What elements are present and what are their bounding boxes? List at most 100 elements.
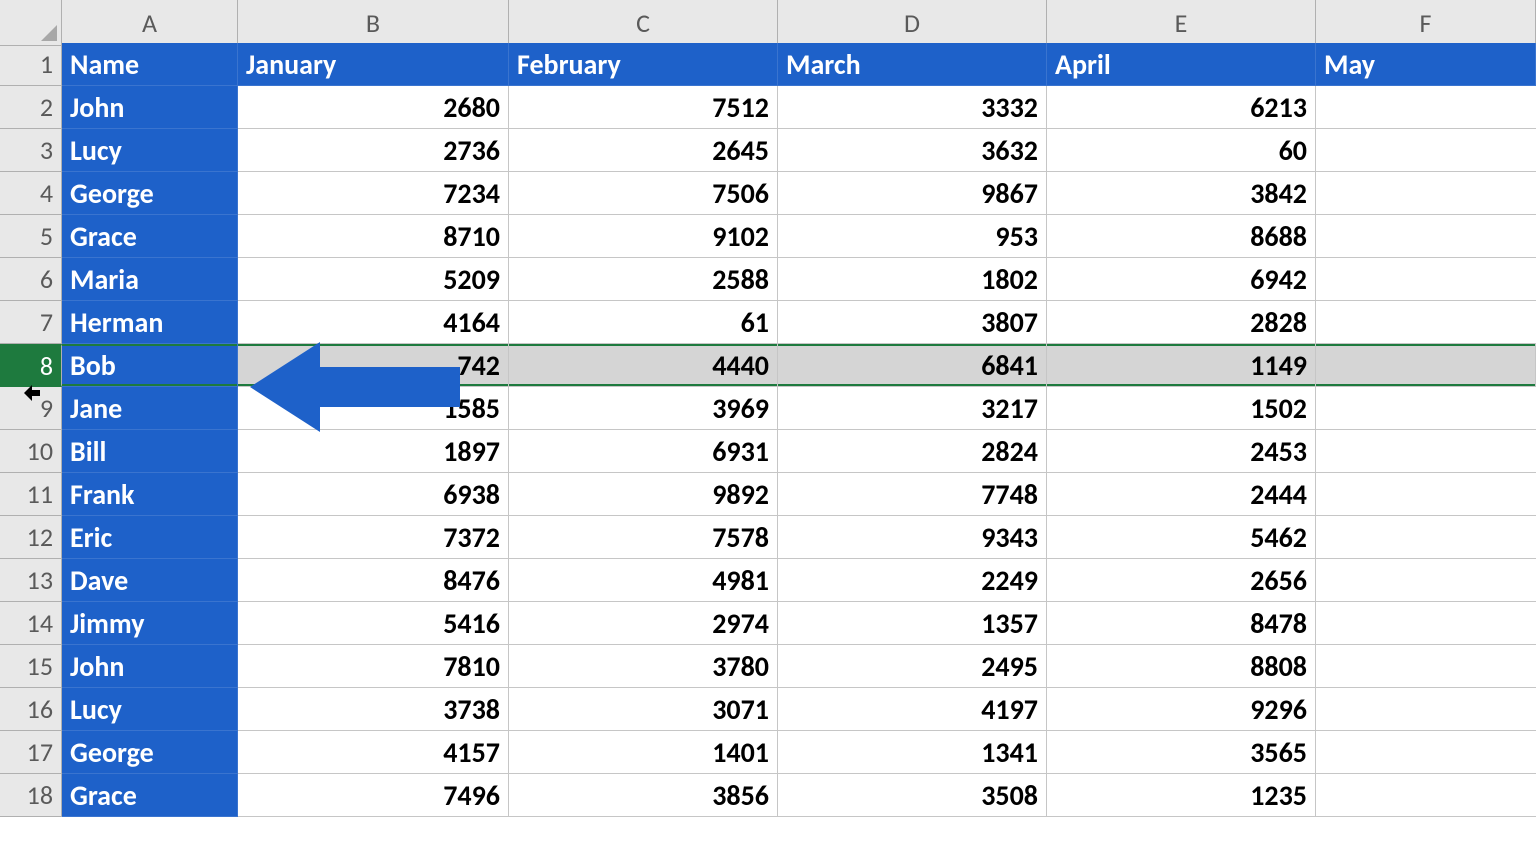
cell-D14[interactable]: 1357: [778, 602, 1047, 645]
cell-C16[interactable]: 3071: [509, 688, 778, 731]
cell-F5[interactable]: [1316, 215, 1536, 258]
row-header-2[interactable]: 2: [0, 86, 62, 129]
cell-B7[interactable]: 4164: [238, 301, 509, 344]
row-header-9[interactable]: 9: [0, 387, 62, 430]
cell-B4[interactable]: 7234: [238, 172, 509, 215]
cell-C11[interactable]: 9892: [509, 473, 778, 516]
cell-C15[interactable]: 3780: [509, 645, 778, 688]
cell-E7[interactable]: 2828: [1047, 301, 1316, 344]
cell-C13[interactable]: 4981: [509, 559, 778, 602]
cell-D8[interactable]: 6841: [778, 344, 1047, 387]
cell-F17[interactable]: [1316, 731, 1536, 774]
row-header-8[interactable]: 8: [0, 344, 62, 387]
cell-B18[interactable]: 7496: [238, 774, 509, 817]
cell-F15[interactable]: [1316, 645, 1536, 688]
cell-E13[interactable]: 2656: [1047, 559, 1316, 602]
cell-F12[interactable]: [1316, 516, 1536, 559]
row-header-17[interactable]: 17: [0, 731, 62, 774]
cell-B12[interactable]: 7372: [238, 516, 509, 559]
cell-E2[interactable]: 6213: [1047, 86, 1316, 129]
cell-C4[interactable]: 7506: [509, 172, 778, 215]
cell-E1[interactable]: April: [1047, 43, 1316, 86]
row-header-10[interactable]: 10: [0, 430, 62, 473]
cell-D16[interactable]: 4197: [778, 688, 1047, 731]
cell-D1[interactable]: March: [778, 43, 1047, 86]
cell-B15[interactable]: 7810: [238, 645, 509, 688]
cell-B6[interactable]: 5209: [238, 258, 509, 301]
row-header-14[interactable]: 14: [0, 602, 62, 645]
cell-B1[interactable]: January: [238, 43, 509, 86]
cell-F6[interactable]: [1316, 258, 1536, 301]
cell-E6[interactable]: 6942: [1047, 258, 1316, 301]
cell-F14[interactable]: [1316, 602, 1536, 645]
row-header-18[interactable]: 18: [0, 774, 62, 817]
cell-E10[interactable]: 2453: [1047, 430, 1316, 473]
cell-F16[interactable]: [1316, 688, 1536, 731]
select-all-corner[interactable]: [0, 0, 62, 46]
cell-C9[interactable]: 3969: [509, 387, 778, 430]
cell-C3[interactable]: 2645: [509, 129, 778, 172]
cell-A11[interactable]: Frank: [62, 473, 238, 516]
cell-F7[interactable]: [1316, 301, 1536, 344]
cell-F3[interactable]: [1316, 129, 1536, 172]
cell-A17[interactable]: George: [62, 731, 238, 774]
cell-E15[interactable]: 8808: [1047, 645, 1316, 688]
cell-D2[interactable]: 3332: [778, 86, 1047, 129]
row-header-7[interactable]: 7: [0, 301, 62, 344]
row-header-16[interactable]: 16: [0, 688, 62, 731]
cell-C7[interactable]: 61: [509, 301, 778, 344]
cell-B3[interactable]: 2736: [238, 129, 509, 172]
row-header-3[interactable]: 3: [0, 129, 62, 172]
row-header-5[interactable]: 5: [0, 215, 62, 258]
cell-A4[interactable]: George: [62, 172, 238, 215]
cell-D10[interactable]: 2824: [778, 430, 1047, 473]
cell-D9[interactable]: 3217: [778, 387, 1047, 430]
cell-D17[interactable]: 1341: [778, 731, 1047, 774]
row-header-6[interactable]: 6: [0, 258, 62, 301]
cell-E16[interactable]: 9296: [1047, 688, 1316, 731]
cell-A7[interactable]: Herman: [62, 301, 238, 344]
cell-C6[interactable]: 2588: [509, 258, 778, 301]
cell-A16[interactable]: Lucy: [62, 688, 238, 731]
cell-D4[interactable]: 9867: [778, 172, 1047, 215]
cell-A9[interactable]: Jane: [62, 387, 238, 430]
cell-A6[interactable]: Maria: [62, 258, 238, 301]
cell-C1[interactable]: February: [509, 43, 778, 86]
cell-E3[interactable]: 60: [1047, 129, 1316, 172]
cell-E14[interactable]: 8478: [1047, 602, 1316, 645]
cell-E9[interactable]: 1502: [1047, 387, 1316, 430]
cell-A14[interactable]: Jimmy: [62, 602, 238, 645]
cell-B16[interactable]: 3738: [238, 688, 509, 731]
row-header-11[interactable]: 11: [0, 473, 62, 516]
cell-C18[interactable]: 3856: [509, 774, 778, 817]
column-header-A[interactable]: A: [62, 0, 238, 46]
cell-F2[interactable]: [1316, 86, 1536, 129]
cell-A2[interactable]: John: [62, 86, 238, 129]
cell-F4[interactable]: [1316, 172, 1536, 215]
cell-E18[interactable]: 1235: [1047, 774, 1316, 817]
cell-D11[interactable]: 7748: [778, 473, 1047, 516]
cell-F11[interactable]: [1316, 473, 1536, 516]
cell-D12[interactable]: 9343: [778, 516, 1047, 559]
cell-D18[interactable]: 3508: [778, 774, 1047, 817]
spreadsheet-grid[interactable]: A B C D E F 1 Name January February Marc…: [0, 0, 1536, 817]
cell-C10[interactable]: 6931: [509, 430, 778, 473]
cell-A12[interactable]: Eric: [62, 516, 238, 559]
cell-E4[interactable]: 3842: [1047, 172, 1316, 215]
cell-A5[interactable]: Grace: [62, 215, 238, 258]
cell-D15[interactable]: 2495: [778, 645, 1047, 688]
cell-C17[interactable]: 1401: [509, 731, 778, 774]
row-header-4[interactable]: 4: [0, 172, 62, 215]
cell-E11[interactable]: 2444: [1047, 473, 1316, 516]
cell-A18[interactable]: Grace: [62, 774, 238, 817]
row-header-12[interactable]: 12: [0, 516, 62, 559]
cell-A13[interactable]: Dave: [62, 559, 238, 602]
cell-C12[interactable]: 7578: [509, 516, 778, 559]
cell-D6[interactable]: 1802: [778, 258, 1047, 301]
cell-A10[interactable]: Bill: [62, 430, 238, 473]
cell-F13[interactable]: [1316, 559, 1536, 602]
cell-A15[interactable]: John: [62, 645, 238, 688]
column-header-D[interactable]: D: [778, 0, 1047, 46]
cell-E17[interactable]: 3565: [1047, 731, 1316, 774]
cell-B9[interactable]: 1585: [238, 387, 509, 430]
